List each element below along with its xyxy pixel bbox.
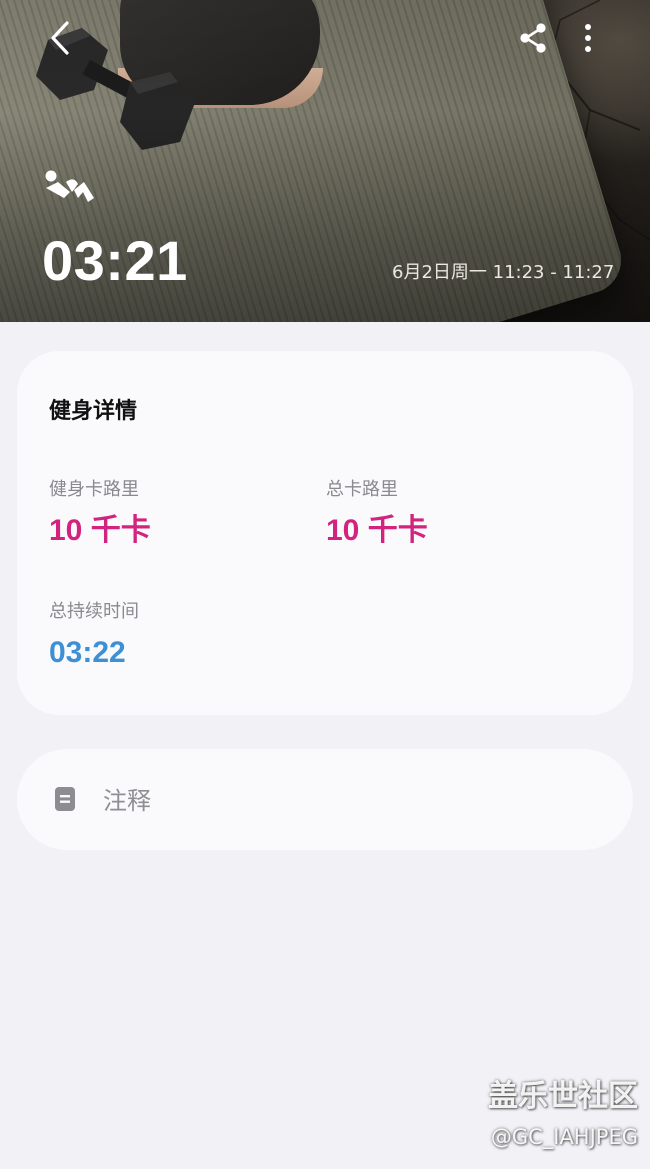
- metric-label: 总卡路里: [326, 479, 398, 500]
- chevron-left-icon: [51, 21, 69, 55]
- watermark-handle: @GC_IAHJPEG: [490, 1125, 638, 1149]
- notes-label: 注释: [103, 787, 151, 815]
- workout-duration: 03:21: [42, 229, 188, 292]
- workout-detail-screen: 03:21 6月2日周一 11:23 - 11:27 健身详情 健身卡路里 10…: [0, 0, 650, 1169]
- metric-label: 健身卡路里: [49, 479, 139, 500]
- more-vertical-icon: [585, 24, 591, 52]
- metric-total-duration: 总持续时间 03:22: [49, 601, 139, 670]
- share-button[interactable]: [513, 18, 553, 58]
- metric-total-calories: 总卡路里 10 千卡: [326, 479, 428, 548]
- workout-time-range: 6月2日周一 11:23 - 11:27: [392, 262, 615, 283]
- more-options-button[interactable]: [570, 18, 606, 58]
- workout-activity-icon: [45, 170, 94, 202]
- workout-details-card: 健身详情 健身卡路里 10 千卡 总卡路里 10 千卡 总持续时间 03:22: [17, 351, 633, 715]
- metric-value: 10 千卡: [49, 514, 151, 547]
- note-icon: [55, 787, 75, 811]
- details-title: 健身详情: [49, 399, 138, 424]
- notes-button[interactable]: 注释: [17, 749, 633, 850]
- metric-value: 10 千卡: [326, 514, 428, 547]
- metric-workout-calories: 健身卡路里 10 千卡: [49, 479, 151, 548]
- watermark-title: 盖乐世社区: [488, 1079, 638, 1114]
- back-button[interactable]: [40, 18, 80, 58]
- workout-header-image: 03:21 6月2日周一 11:23 - 11:27: [0, 0, 650, 322]
- metric-value: 03:22: [49, 636, 126, 669]
- metric-label: 总持续时间: [49, 601, 139, 622]
- share-icon: [520, 23, 546, 53]
